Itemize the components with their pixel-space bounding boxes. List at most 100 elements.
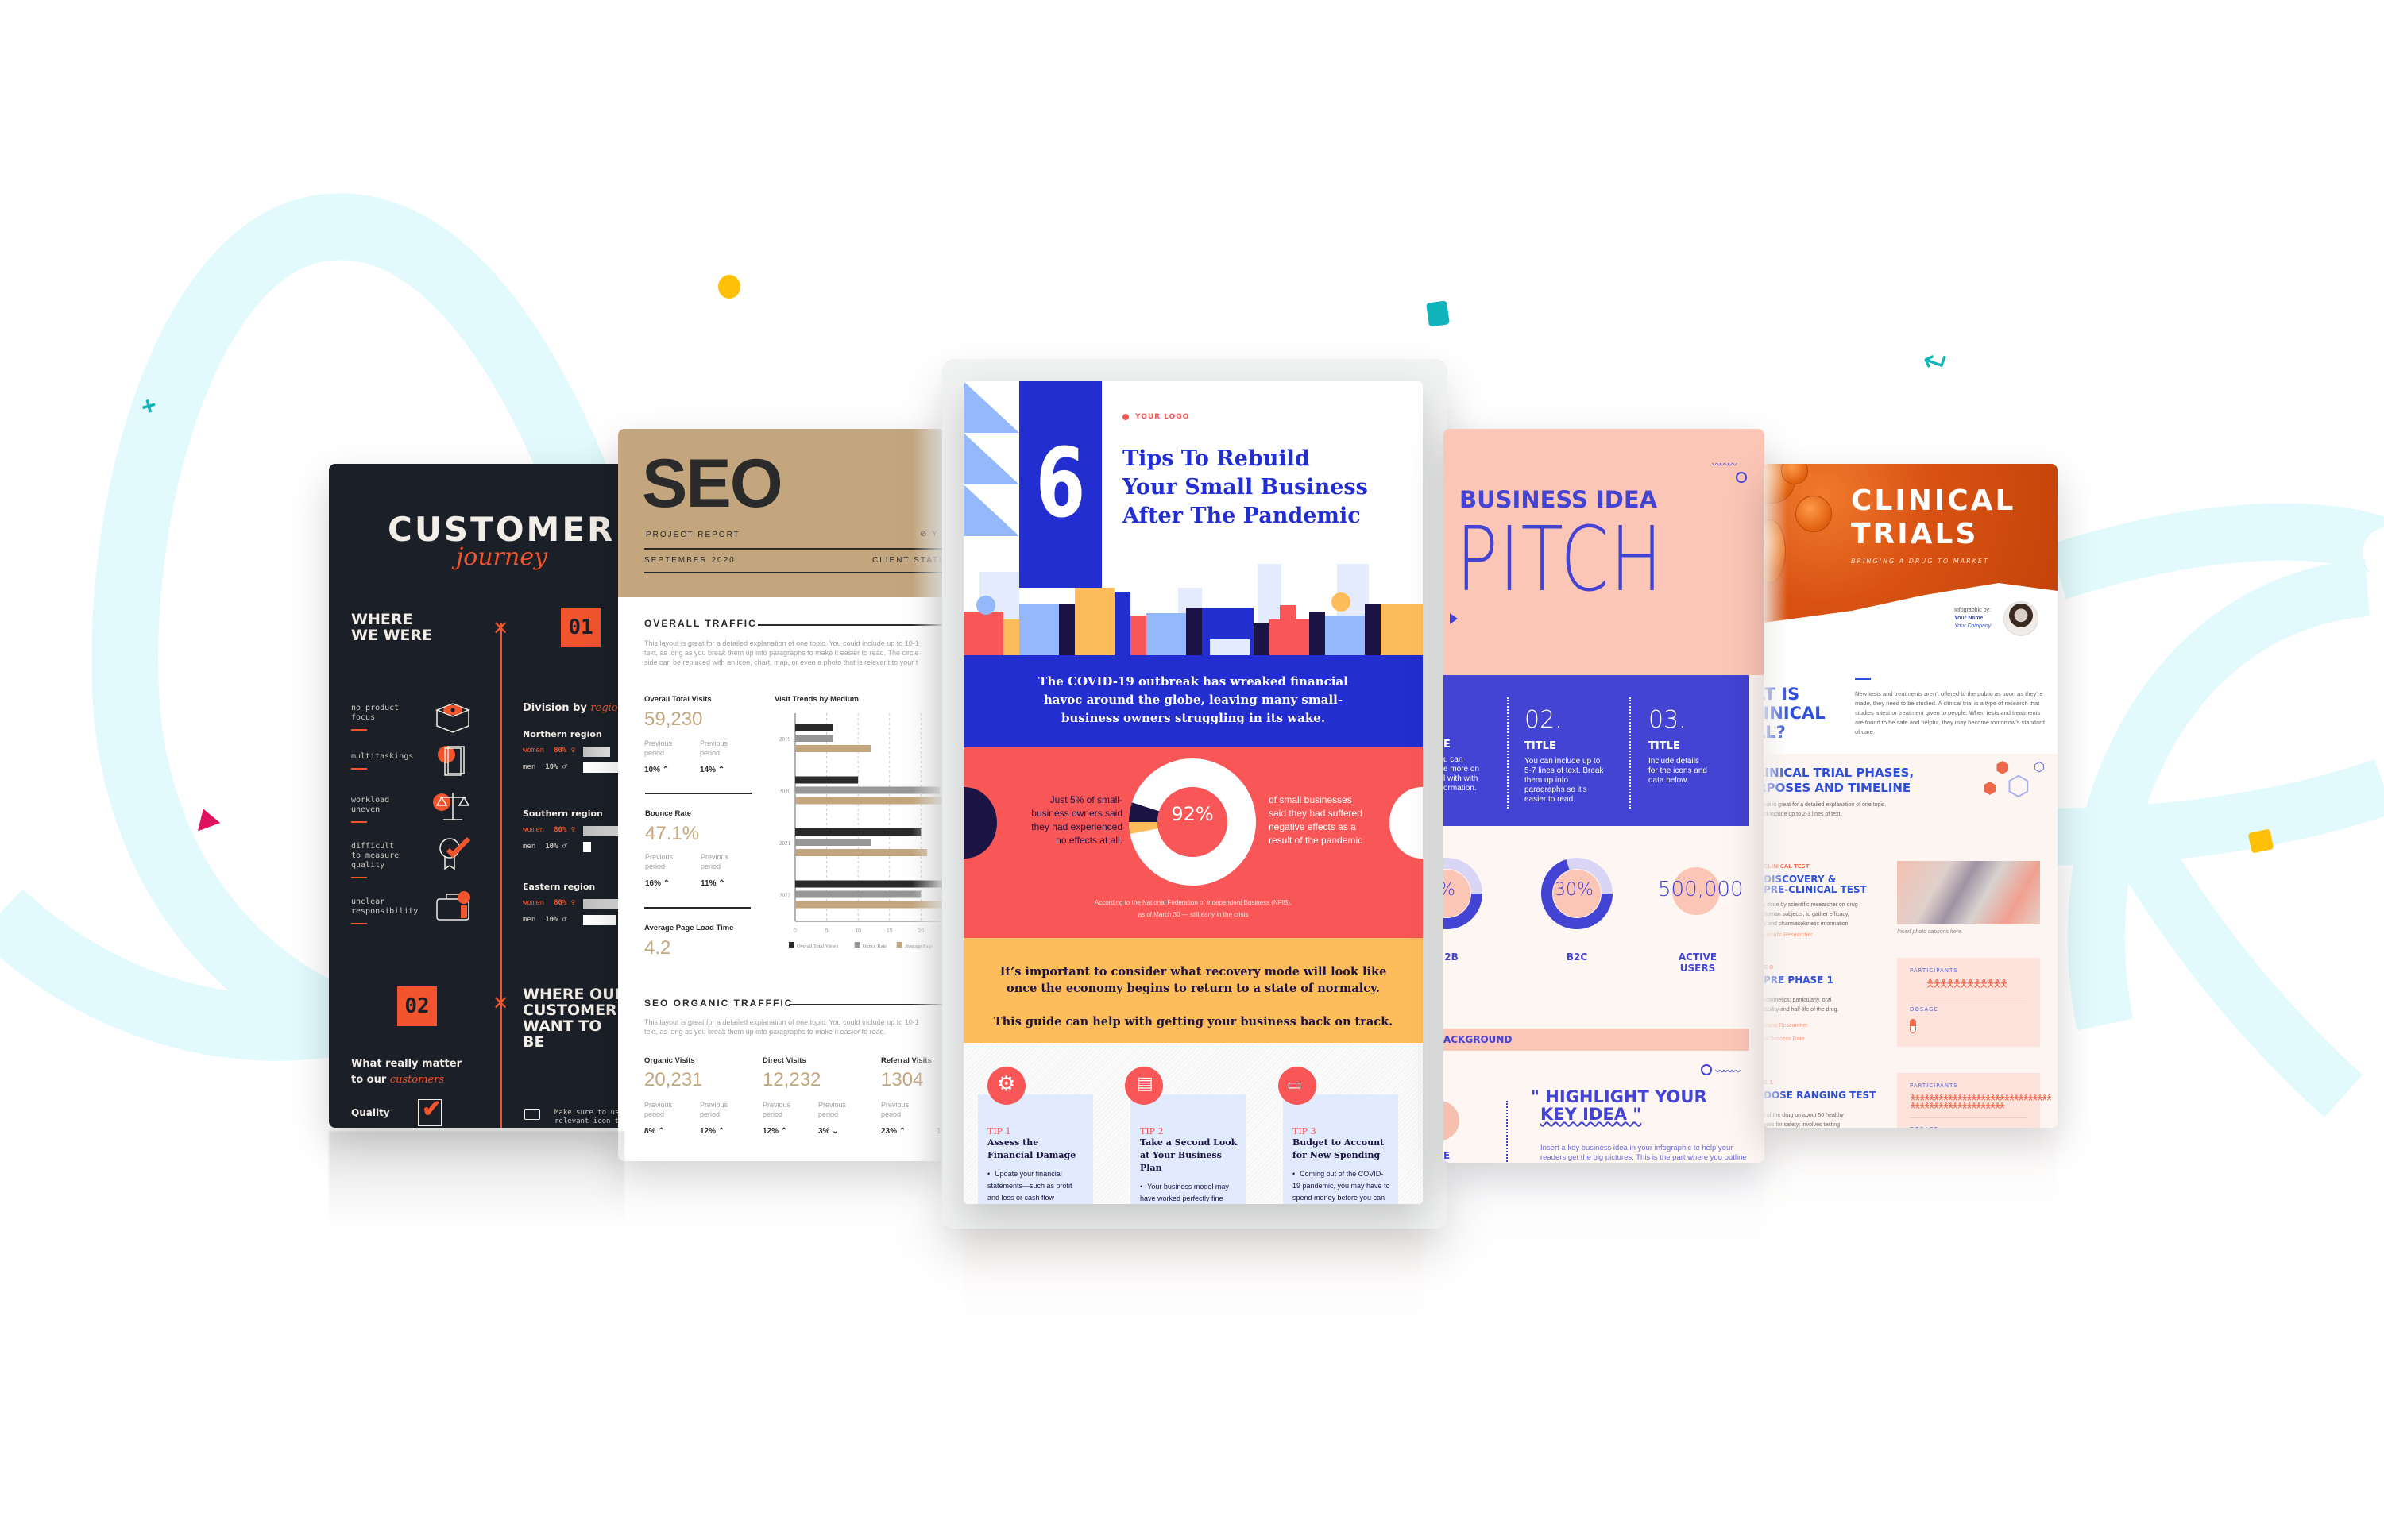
seo-prev-label: Previous period [700, 739, 728, 757]
cj-women-stat: women 80% ♀ [523, 899, 576, 907]
molecule-icon: ⬡ [2034, 761, 2045, 774]
seo-prev-label: Previous period [763, 1101, 791, 1118]
cj-reflection [329, 1131, 624, 1290]
scale-icon [433, 793, 470, 820]
chart-bar [795, 890, 922, 898]
seo-prev-value: 3% ⌄ [818, 1127, 839, 1136]
seo-report-card[interactable]: SEO PROJECT REPORT ⊘ Y SEPTEMBER 2020 CL… [618, 429, 944, 1161]
teal-square-icon [1426, 300, 1450, 327]
seo-organic-label: Direct Visits [763, 1056, 806, 1065]
chart-bar [795, 745, 871, 752]
cj-issue: difficult to measure quality [351, 842, 399, 878]
seo-stat-label: Average Page Load Time [644, 924, 734, 932]
b2c-label: B2C [1566, 951, 1588, 963]
dosage-label: DOSAGE [1910, 1006, 1938, 1013]
cj-subtitle: journey [456, 543, 548, 571]
pitch-title-big: PITCH [1456, 508, 1664, 612]
seo-organic-heading: SEO ORGANIC TRAFFFIC [644, 998, 794, 1009]
chart-bar [795, 828, 922, 836]
seo-stat-value: 4.2 [644, 937, 671, 959]
b2c-value: 30% [1555, 880, 1594, 900]
seo-prev-label: Previous period [644, 1101, 673, 1118]
active-users-label: ACTIVE USERS [1678, 951, 1717, 974]
cj-men-stat: men 10% ♂ [523, 763, 567, 771]
decor-triangle [964, 484, 1019, 536]
chart-legend-swatch [854, 942, 860, 948]
play-triangle-icon [1450, 613, 1458, 624]
chart-legend-label: Overall Total Views [797, 944, 838, 949]
pitch-columns: E u can e more on l with with ormation. 02.… [1443, 675, 1749, 826]
arrow-up-icon: ⌃ [717, 766, 725, 774]
tip-card[interactable]: TIP 2 Take a Second Look at Your Business… [1130, 1094, 1246, 1204]
seo-rule [644, 548, 944, 550]
seo-prev-value: 8% ⌃ [644, 1127, 665, 1136]
seo-stat-label: Overall Total Visits [644, 695, 712, 704]
showcase-stage: + ↵ CUSTOMER journey WHERE WE WERE 01 ✕ … [0, 0, 2384, 1540]
clinical-trials-card[interactable]: CLINICAL TRIALS BRINGING A DRUG TO MARKET… [1764, 464, 2058, 1128]
chart-bar [795, 849, 928, 856]
pandemic-intro: The COVID-19 outbreak has wreaked financ… [964, 655, 1423, 747]
molecule-icon: ⬢ [1983, 780, 1997, 797]
seo-rule [644, 572, 944, 573]
seo-prev-label: Previous period [700, 1101, 728, 1118]
arrow-up-icon: ⌃ [780, 1127, 788, 1136]
cj-issue: unclear responsibility [351, 897, 418, 924]
lab-photo [1897, 861, 2040, 924]
chart-category-label: 2021 [779, 840, 791, 847]
cj-region-name: Eastern region [523, 882, 596, 892]
customer-journey-card[interactable]: CUSTOMER journey WHERE WE WERE 01 ✕ ✕ no… [329, 464, 624, 1128]
seo-prev-value: 10% ⌃ [644, 766, 670, 774]
arrow-up-icon: ⌃ [718, 879, 725, 888]
seo-date: SEPTEMBER 2020 [644, 556, 736, 565]
clinical-title: CLINICAL TRIALS [1851, 484, 2016, 550]
tip-bullets: Your business model may have worked perf… [1140, 1181, 1238, 1204]
pandemic-tips-card[interactable]: 6 YOUR LOGO Tips To Rebuild Your Small B… [964, 381, 1423, 1204]
cj-region-name: Southern region [523, 809, 603, 819]
seo-prev-label: Previous period [644, 739, 673, 757]
seo-overall-heading: OVERALL TRAFFIC [644, 618, 757, 629]
people-icons: 🯅🯅🯅🯅🯅🯅🯅🯅🯅🯅🯅🯅🯅🯅🯅🯅🯅🯅🯅🯅🯅🯅🯅🯅🯅🯅🯅🯅🯅🯅 🯅🯅🯅🯅🯅🯅🯅🯅🯅🯅… [1910, 1094, 2053, 1110]
business-pitch-card[interactable]: 〰〰〰 BUSINESS IDEA PITCH E u can e more on… [1443, 429, 1764, 1163]
gear-icon: ⚙ [987, 1067, 1026, 1105]
column-divider [1629, 697, 1631, 809]
seo-prev-value: 14% ⌃ [700, 766, 725, 774]
cj-women-stat: women 80% ♀ [523, 747, 576, 755]
pandemic-headline: Tips To Rebuild Your Small Business Afte… [1122, 446, 1368, 528]
chart-category-label: 2020 [779, 789, 791, 795]
tip-card[interactable]: TIP 3 Budget to Account for New Spending … [1283, 1094, 1398, 1204]
seo-prev-value: 12% ⌃ [763, 1127, 788, 1136]
cj-quality-label: Quality [351, 1107, 390, 1118]
ring-icon [1736, 472, 1747, 483]
impact-donut-value: 92% [1171, 803, 1214, 825]
box-icon [435, 703, 471, 733]
tip-card[interactable]: TIP 1 Assess theFinancial Damage Update … [978, 1094, 1093, 1204]
pill-icon [1910, 1019, 1916, 1033]
chart-bar [795, 839, 871, 846]
bubble [1795, 496, 1832, 532]
recovery-callout: It’s important to consider what recovery… [964, 938, 1423, 1043]
chart-bar [795, 735, 833, 742]
key-idea-body: Insert a key business idea in your infog… [1540, 1144, 1747, 1162]
cj-timeline [500, 623, 502, 1128]
chart-category-label: 2022 [779, 893, 791, 899]
cj-x-marker-icon: ✕ [493, 618, 509, 639]
seo-organic-value: 12,232 [763, 1069, 821, 1090]
cj-women-bar [583, 747, 610, 757]
seo-prev-value: 23% ⌃ [881, 1127, 906, 1136]
pitch-column: 03. TITLE Include details for the icons a… [1648, 706, 1707, 785]
tip-bullets: Update your financial statements—such as… [987, 1168, 1085, 1204]
what-is-body: New tests and treatments aren’t offered … [1855, 690, 2045, 735]
pandemic-stat-section: Just 5% of small-business owners said the… [964, 747, 1423, 938]
arrow-up-icon: ⌃ [662, 766, 670, 774]
chat-icon [524, 1109, 540, 1120]
cj-men-stat: men 10% ♂ [523, 843, 567, 851]
chart-xtick-label: 0 [794, 928, 797, 934]
cj-region-name: Northern region [523, 729, 602, 739]
cj-section1-line1: WHERE [351, 611, 413, 628]
tips-section: TIP 1 Assess theFinancial Damage Update … [964, 1043, 1423, 1204]
cj-men-stat: men 10% ♂ [523, 916, 567, 924]
tip-title: Assess the Financial Damage [987, 1137, 1076, 1160]
wave-icon: 〰〰〰 [1712, 459, 1737, 470]
cj-section2-title: WHERE OUR CUSTOMERS WANT TO BE [523, 986, 624, 1051]
city-skyline-illustration [964, 564, 1423, 656]
